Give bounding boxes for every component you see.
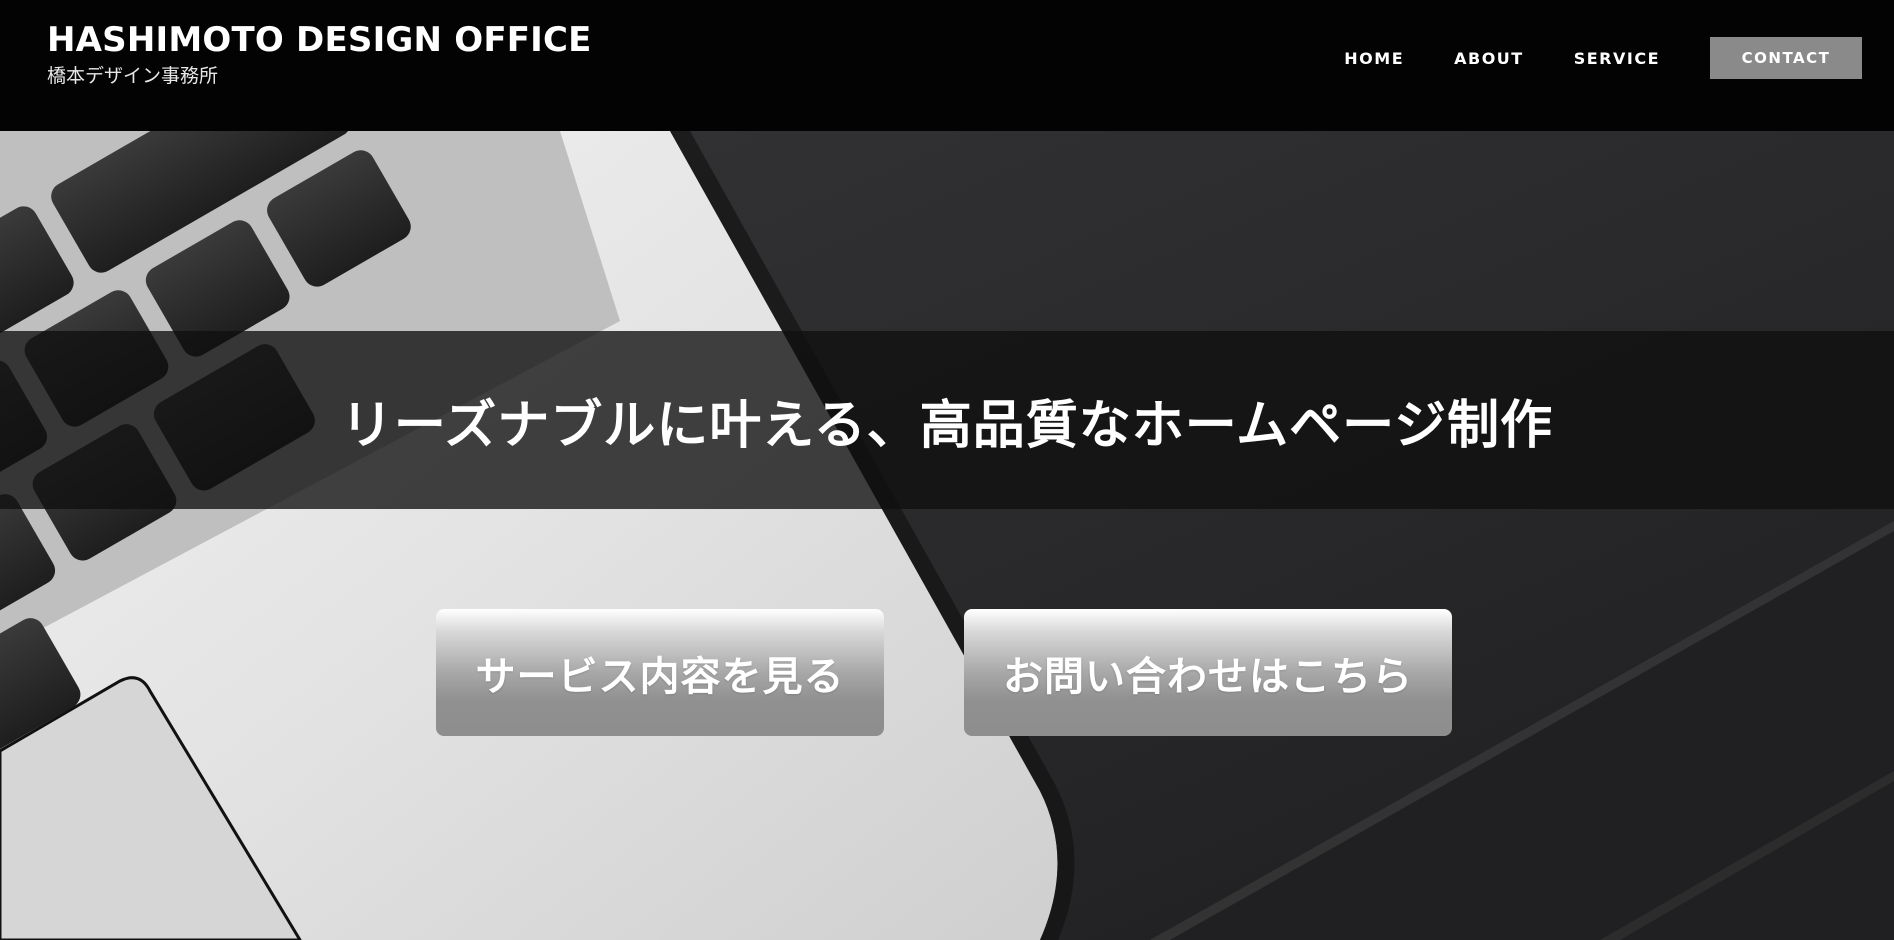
brand[interactable]: HASHIMOTO DESIGN OFFICE 橋本デザイン事務所: [47, 20, 592, 88]
hero-tagline: リーズナブルに叶える、高品質なホームページ制作: [340, 395, 1554, 456]
nav-contact-button[interactable]: CONTACT: [1710, 37, 1862, 79]
site-header: HASHIMOTO DESIGN OFFICE 橋本デザイン事務所 HOME A…: [0, 0, 1894, 131]
brand-subtitle: 橋本デザイン事務所: [47, 65, 219, 87]
hero-section: リーズナブルに叶える、高品質なホームページ制作 サービス内容を見る お問い合わせ…: [0, 131, 1894, 940]
brand-title[interactable]: HASHIMOTO DESIGN OFFICE: [47, 20, 592, 60]
nav-service-link[interactable]: SERVICE: [1574, 49, 1660, 68]
nav-home-link[interactable]: HOME: [1344, 49, 1404, 68]
laptop-keyboard-image: [0, 131, 1894, 940]
tagline-band: リーズナブルに叶える、高品質なホームページ制作: [0, 331, 1894, 509]
nav-about-link[interactable]: ABOUT: [1454, 49, 1524, 68]
contact-us-button[interactable]: お問い合わせはこちら: [964, 609, 1452, 736]
page: HASHIMOTO DESIGN OFFICE 橋本デザイン事務所 HOME A…: [0, 0, 1894, 940]
main-nav: HOME ABOUT SERVICE CONTACT: [1294, 37, 1862, 79]
view-services-button[interactable]: サービス内容を見る: [436, 609, 884, 736]
